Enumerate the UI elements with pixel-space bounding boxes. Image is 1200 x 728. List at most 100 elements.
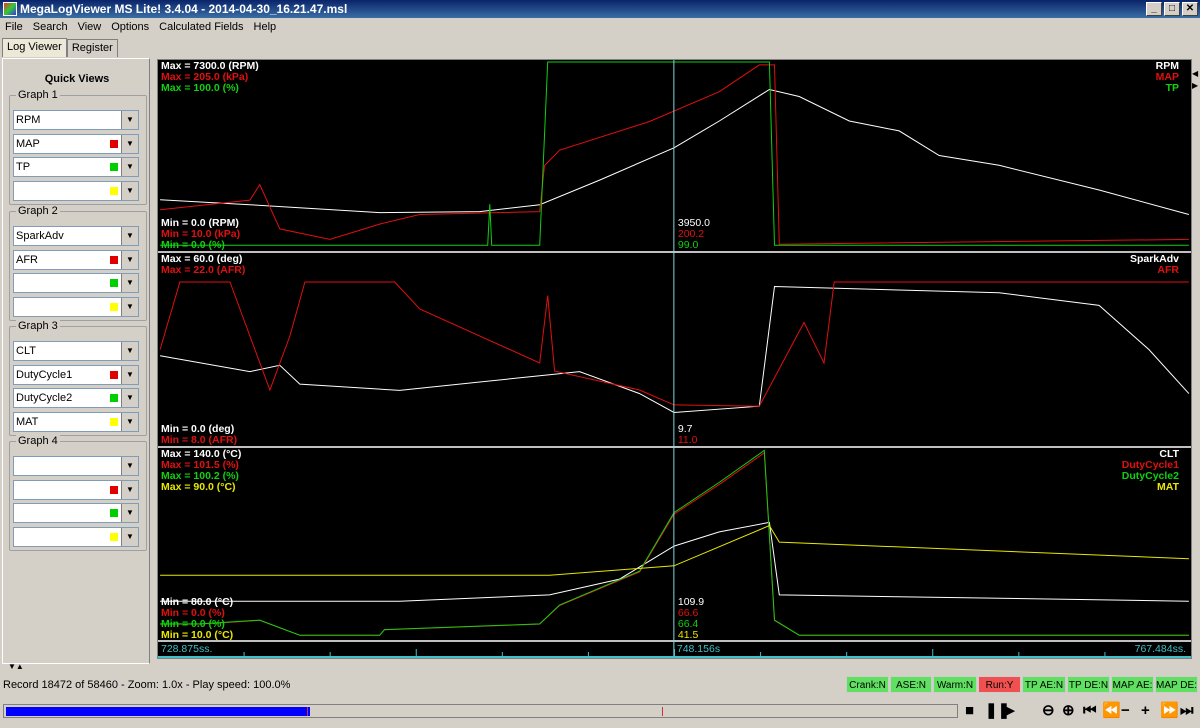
graph-group-3: Graph 3 CLT ▼ DutyCycle1 ▼ DutyCycle2 ▼ MAT ▼ (9, 320, 147, 436)
graph-area[interactable]: Max = 7300.0 (RPM) Min = 0.0 (RPM) RPM 3950… (157, 59, 1192, 659)
trace-clt (160, 521, 1189, 602)
color-swatch (110, 163, 118, 171)
rewind-icon[interactable]: ⏪ (1102, 702, 1121, 720)
menu-search[interactable]: Search (28, 18, 73, 36)
menu-bar: File Search View Options Calculated Fiel… (0, 18, 1200, 36)
max-label: Max = 90.0 (°C) (161, 481, 236, 493)
color-swatch (110, 370, 118, 379)
quick-views-panel: Quick Views Graph 1 RPM ▼ MAP ▼ TP ▼ ▼ Graph 2 Sp… (2, 58, 150, 664)
indicator-asen: ASE:N (890, 676, 932, 693)
field-select[interactable]: ▼ (13, 479, 139, 500)
cursor-value: 11.0 (677, 434, 698, 446)
chevron-down-icon[interactable]: ▼ (121, 365, 138, 384)
field-select[interactable]: RPM ▼ (13, 110, 139, 130)
field-select[interactable]: DutyCycle2 ▼ (13, 388, 139, 408)
chevron-down-icon[interactable]: ▼ (121, 111, 138, 129)
series-name: TP (1165, 82, 1179, 94)
chevron-down-icon[interactable]: ▼ (121, 504, 138, 522)
tab-register[interactable]: Register (66, 39, 118, 57)
zoom-out-icon[interactable]: ⊖ (1042, 702, 1055, 720)
time-start-label: 728.875ss. (161, 643, 213, 655)
field-select[interactable]: ▼ (13, 456, 139, 476)
field-select[interactable]: AFR ▼ (13, 249, 139, 270)
field-value: TP (16, 161, 31, 173)
tab-log-viewer[interactable]: Log Viewer (2, 38, 67, 57)
cursor-value: 99.0 (677, 239, 699, 251)
skip-end-icon[interactable]: ⏭ (1180, 702, 1194, 720)
menu-options[interactable]: Options (106, 18, 154, 36)
slower-icon[interactable]: − (1121, 702, 1130, 720)
series-name: MAT (1157, 481, 1179, 493)
chevron-down-icon[interactable]: ▼ (121, 181, 138, 200)
quick-views-title: Quick Views (44, 73, 110, 85)
graph-plot[interactable] (158, 60, 1193, 660)
graph-group-4: Graph 4 ▼ ▼ ▼ ▼ (9, 435, 147, 551)
menu-view[interactable]: View (73, 18, 107, 36)
splitter-arrows[interactable]: ▼▲ (8, 662, 24, 671)
chevron-down-icon[interactable]: ▼ (121, 297, 138, 316)
faster-icon[interactable]: + (1141, 702, 1150, 720)
field-value: RPM (16, 114, 41, 126)
chevron-down-icon[interactable]: ▼ (121, 480, 138, 499)
color-swatch (110, 532, 118, 541)
field-select[interactable]: TP ▼ (13, 157, 139, 177)
chevron-down-icon[interactable]: ▼ (121, 527, 138, 546)
chevron-down-icon[interactable]: ▼ (121, 389, 138, 407)
field-select[interactable]: ▼ (13, 503, 139, 523)
field-select[interactable]: DutyCycle1 ▼ (13, 364, 139, 385)
stop-icon[interactable]: ■ (965, 702, 974, 720)
series-name: AFR (1157, 264, 1179, 276)
field-select[interactable]: SparkAdv ▼ (13, 226, 139, 246)
trace-mat (160, 524, 1189, 576)
color-swatch (110, 302, 118, 311)
chevron-down-icon[interactable]: ▼ (121, 274, 138, 292)
status-text: Record 18472 of 58460 - Zoom: 1.0x - Pla… (3, 679, 291, 691)
field-select[interactable]: CLT ▼ (13, 341, 139, 361)
window-title: MegaLogViewer MS Lite! 3.4.04 - 2014-04-… (20, 2, 348, 16)
app-icon (3, 2, 17, 16)
skip-start-icon[interactable]: ⏮ (1083, 702, 1097, 720)
field-select[interactable]: MAP ▼ (13, 133, 139, 154)
fast-forward-icon[interactable]: ⏩ (1160, 702, 1179, 720)
field-value: MAT (16, 415, 39, 428)
trace-rpm (160, 88, 1190, 215)
playback-progress-bar[interactable] (3, 704, 958, 718)
min-label: Min = 8.0 (AFR) (161, 434, 238, 446)
field-select[interactable]: MAT ▼ (13, 411, 139, 432)
play-icon[interactable]: ▶ (1003, 702, 1015, 720)
chevron-down-icon[interactable]: ▼ (121, 457, 138, 475)
max-label: Max = 100.0 (%) (161, 82, 239, 94)
chevron-down-icon[interactable]: ▼ (121, 134, 138, 153)
indicator-runy: Run:Y (978, 676, 1021, 693)
trace-dutycycle2 (160, 449, 1189, 636)
menu-calculated-fields[interactable]: Calculated Fields (154, 18, 248, 36)
color-swatch (110, 139, 118, 148)
menu-help[interactable]: Help (249, 18, 282, 36)
field-select[interactable]: ▼ (13, 296, 139, 317)
maximize-button[interactable]: □ (1164, 2, 1180, 16)
field-value: SparkAdv (16, 230, 64, 242)
field-value: DutyCycle1 (16, 368, 73, 381)
trace-sparkadv (160, 285, 1190, 414)
field-select[interactable]: ▼ (13, 273, 139, 293)
menu-file[interactable]: File (0, 18, 28, 36)
group-label: Graph 2 (16, 205, 60, 217)
field-select[interactable]: ▼ (13, 526, 139, 547)
color-swatch (110, 186, 118, 195)
color-swatch (110, 279, 118, 287)
color-swatch (110, 394, 118, 402)
graph-scroll-arrows[interactable]: ◀ ▶ (1192, 68, 1198, 92)
chevron-down-icon[interactable]: ▼ (121, 250, 138, 269)
chevron-down-icon[interactable]: ▼ (121, 412, 138, 431)
close-button[interactable]: ✕ (1182, 2, 1198, 16)
graph-group-1: Graph 1 RPM ▼ MAP ▼ TP ▼ ▼ (9, 89, 147, 205)
minimize-button[interactable]: _ (1146, 2, 1162, 16)
field-value: DutyCycle2 (16, 392, 73, 404)
time-end-label: 767.484ss. (1134, 643, 1186, 655)
chevron-down-icon[interactable]: ▼ (121, 342, 138, 360)
trace-tp (160, 61, 1189, 246)
zoom-in-icon[interactable]: ⊕ (1062, 702, 1075, 720)
chevron-down-icon[interactable]: ▼ (121, 158, 138, 176)
field-select[interactable]: ▼ (13, 180, 139, 201)
chevron-down-icon[interactable]: ▼ (121, 227, 138, 245)
